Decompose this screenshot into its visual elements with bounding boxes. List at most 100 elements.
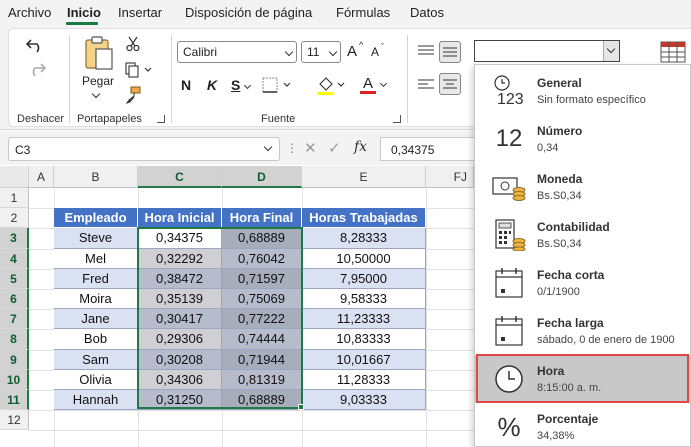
borders-button[interactable] [261, 75, 295, 95]
table-cell[interactable]: Bob [54, 329, 138, 350]
format-option-fecha-larga[interactable]: Fecha larga sábado, 0 de enero de 1900 [475, 307, 691, 355]
align-top-button[interactable] [415, 41, 437, 61]
row-header-9[interactable]: 9 [0, 349, 29, 370]
table-header-cell[interactable]: Hora Final [222, 208, 302, 229]
table-cell[interactable]: 0,34306 [138, 369, 222, 390]
table-cell[interactable]: 9,58333 [302, 289, 426, 310]
table-cell[interactable]: 0,34375 [138, 228, 222, 249]
row-header-6[interactable]: 6 [0, 289, 29, 310]
table-header-cell[interactable]: Empleado [54, 208, 138, 229]
table-header-cell[interactable]: Hora Inicial [138, 208, 222, 229]
table-cell[interactable]: 8,28333 [302, 228, 426, 249]
font-launcher-icon[interactable] [393, 115, 401, 123]
font-name-select[interactable]: Calibri [177, 41, 297, 63]
table-cell[interactable]: 9,03333 [302, 390, 426, 411]
row-header-7[interactable]: 7 [0, 309, 29, 330]
chevron-down-icon[interactable] [263, 142, 273, 152]
menu-archivo[interactable]: Archivo [8, 5, 51, 20]
underline-chevron-down-icon[interactable] [243, 81, 252, 90]
undo-button[interactable] [21, 35, 51, 55]
table-cell[interactable]: 11,28333 [302, 369, 426, 390]
number-format-dropdown-button[interactable] [603, 41, 619, 61]
font-size-select[interactable]: 11 [301, 41, 341, 63]
row-header-12[interactable]: 12 [0, 410, 29, 431]
grow-font-button[interactable]: A [347, 43, 357, 60]
format-option-moneda[interactable]: Moneda Bs.S0,34 [475, 163, 691, 211]
row-header-5[interactable]: 5 [0, 268, 29, 289]
paste-button[interactable] [79, 33, 119, 73]
format-option-hora[interactable]: Hora 8:15:00 a. m. [475, 355, 691, 403]
table-cell[interactable]: 0,30417 [138, 309, 222, 330]
menu-inicio[interactable]: Inicio [67, 5, 101, 20]
col-header-fj[interactable]: FJ [426, 166, 474, 188]
row-header-2[interactable]: 2 [0, 208, 29, 229]
format-option-fecha-corta[interactable]: Fecha corta 0/1/1900 [475, 259, 691, 307]
align-left-button[interactable] [415, 75, 437, 95]
menu-formulas[interactable]: Fórmulas [336, 5, 390, 20]
table-cell[interactable]: Hannah [54, 390, 138, 411]
table-cell[interactable]: 0,68889 [222, 390, 302, 411]
format-option-numero[interactable]: 12 Número 0,34 [475, 115, 691, 163]
table-cell[interactable]: 0,81319 [222, 369, 302, 390]
bold-button[interactable]: N [181, 77, 191, 93]
font-color-button[interactable]: A [359, 73, 393, 97]
number-format-select[interactable] [474, 40, 620, 62]
fill-handle[interactable] [298, 404, 304, 410]
table-cell[interactable]: 0,35139 [138, 289, 222, 310]
align-center-button[interactable] [439, 73, 461, 95]
table-cell[interactable]: 0,38472 [138, 268, 222, 289]
underline-button[interactable]: S [231, 77, 240, 93]
table-cell[interactable]: 0,77222 [222, 309, 302, 330]
row-header-3[interactable]: 3 [0, 228, 29, 249]
insert-function-button[interactable]: fx [354, 139, 367, 155]
align-middle-button[interactable] [439, 41, 461, 63]
col-header-a[interactable]: A [29, 166, 54, 188]
select-all-corner[interactable] [0, 166, 29, 188]
format-option-general[interactable]: 123 General Sin formato específico [475, 67, 691, 115]
table-cell[interactable]: Steve [54, 228, 138, 249]
row-header-8[interactable]: 8 [0, 329, 29, 350]
table-cell[interactable]: 0,29306 [138, 329, 222, 350]
table-cell[interactable]: 0,76042 [222, 248, 302, 269]
conditional-format-button[interactable] [659, 39, 687, 65]
table-cell[interactable]: 11,23333 [302, 309, 426, 330]
name-box[interactable]: C3 [8, 137, 280, 161]
format-painter-button[interactable] [123, 85, 143, 105]
row-header-4[interactable]: 4 [0, 248, 29, 269]
table-cell[interactable]: Jane [54, 309, 138, 330]
italic-button[interactable]: K [207, 77, 217, 93]
table-cell[interactable]: 0,30208 [138, 349, 222, 370]
fill-color-button[interactable] [315, 75, 349, 97]
table-header-cell[interactable]: Horas Trabajadas [302, 208, 426, 229]
redo-button[interactable] [21, 59, 51, 79]
table-cell[interactable]: Olivia [54, 369, 138, 390]
menu-insertar[interactable]: Insertar [118, 5, 162, 20]
menu-datos[interactable]: Datos [410, 5, 444, 20]
copy-button[interactable] [123, 61, 155, 79]
row-header-11[interactable]: 11 [0, 390, 29, 411]
cancel-icon[interactable]: ✕ [304, 139, 317, 157]
row-header-10[interactable]: 10 [0, 369, 29, 390]
table-cell[interactable]: Fred [54, 268, 138, 289]
table-cell[interactable]: 0,74444 [222, 329, 302, 350]
enter-check-icon[interactable]: ✓ [328, 139, 341, 157]
table-cell[interactable]: 0,32292 [138, 248, 222, 269]
table-cell[interactable]: 0,31250 [138, 390, 222, 411]
shrink-font-button[interactable]: A [371, 45, 379, 59]
format-option-porcentaje[interactable]: % Porcentaje 34,38% [475, 403, 691, 447]
cut-button[interactable] [123, 35, 143, 53]
table-cell[interactable]: 10,01667 [302, 349, 426, 370]
table-cell[interactable]: 10,83333 [302, 329, 426, 350]
clipboard-launcher-icon[interactable] [157, 115, 165, 123]
col-header-c[interactable]: C [138, 166, 222, 188]
col-header-b[interactable]: B [54, 166, 138, 188]
table-cell[interactable]: Mel [54, 248, 138, 269]
table-cell[interactable]: 7,95000 [302, 268, 426, 289]
table-cell[interactable]: Sam [54, 349, 138, 370]
format-option-contabilidad[interactable]: Contabilidad Bs.S0,34 [475, 211, 691, 259]
col-header-d[interactable]: D [222, 166, 302, 188]
paste-chevron-down-icon[interactable] [91, 89, 101, 99]
table-cell[interactable]: 0,68889 [222, 228, 302, 249]
table-cell[interactable]: 0,71944 [222, 349, 302, 370]
col-header-e[interactable]: E [302, 166, 426, 188]
